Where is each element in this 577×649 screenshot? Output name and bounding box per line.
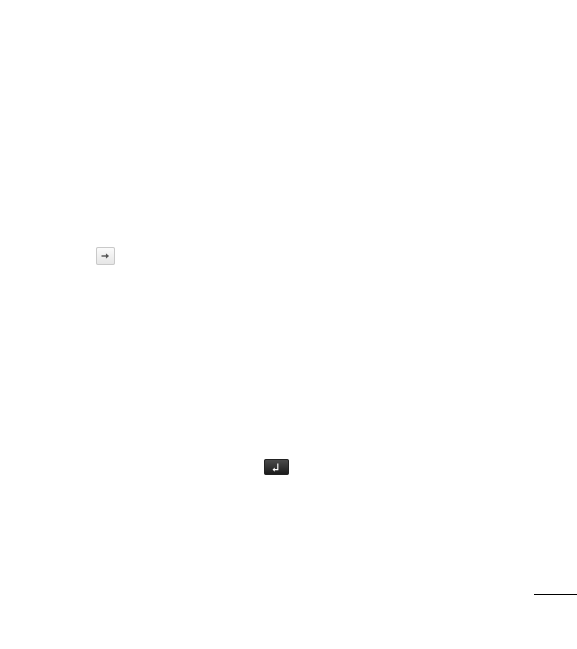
page-footer-rule xyxy=(534,594,577,595)
arrow-right-icon xyxy=(96,247,115,265)
back-icon xyxy=(264,459,289,475)
